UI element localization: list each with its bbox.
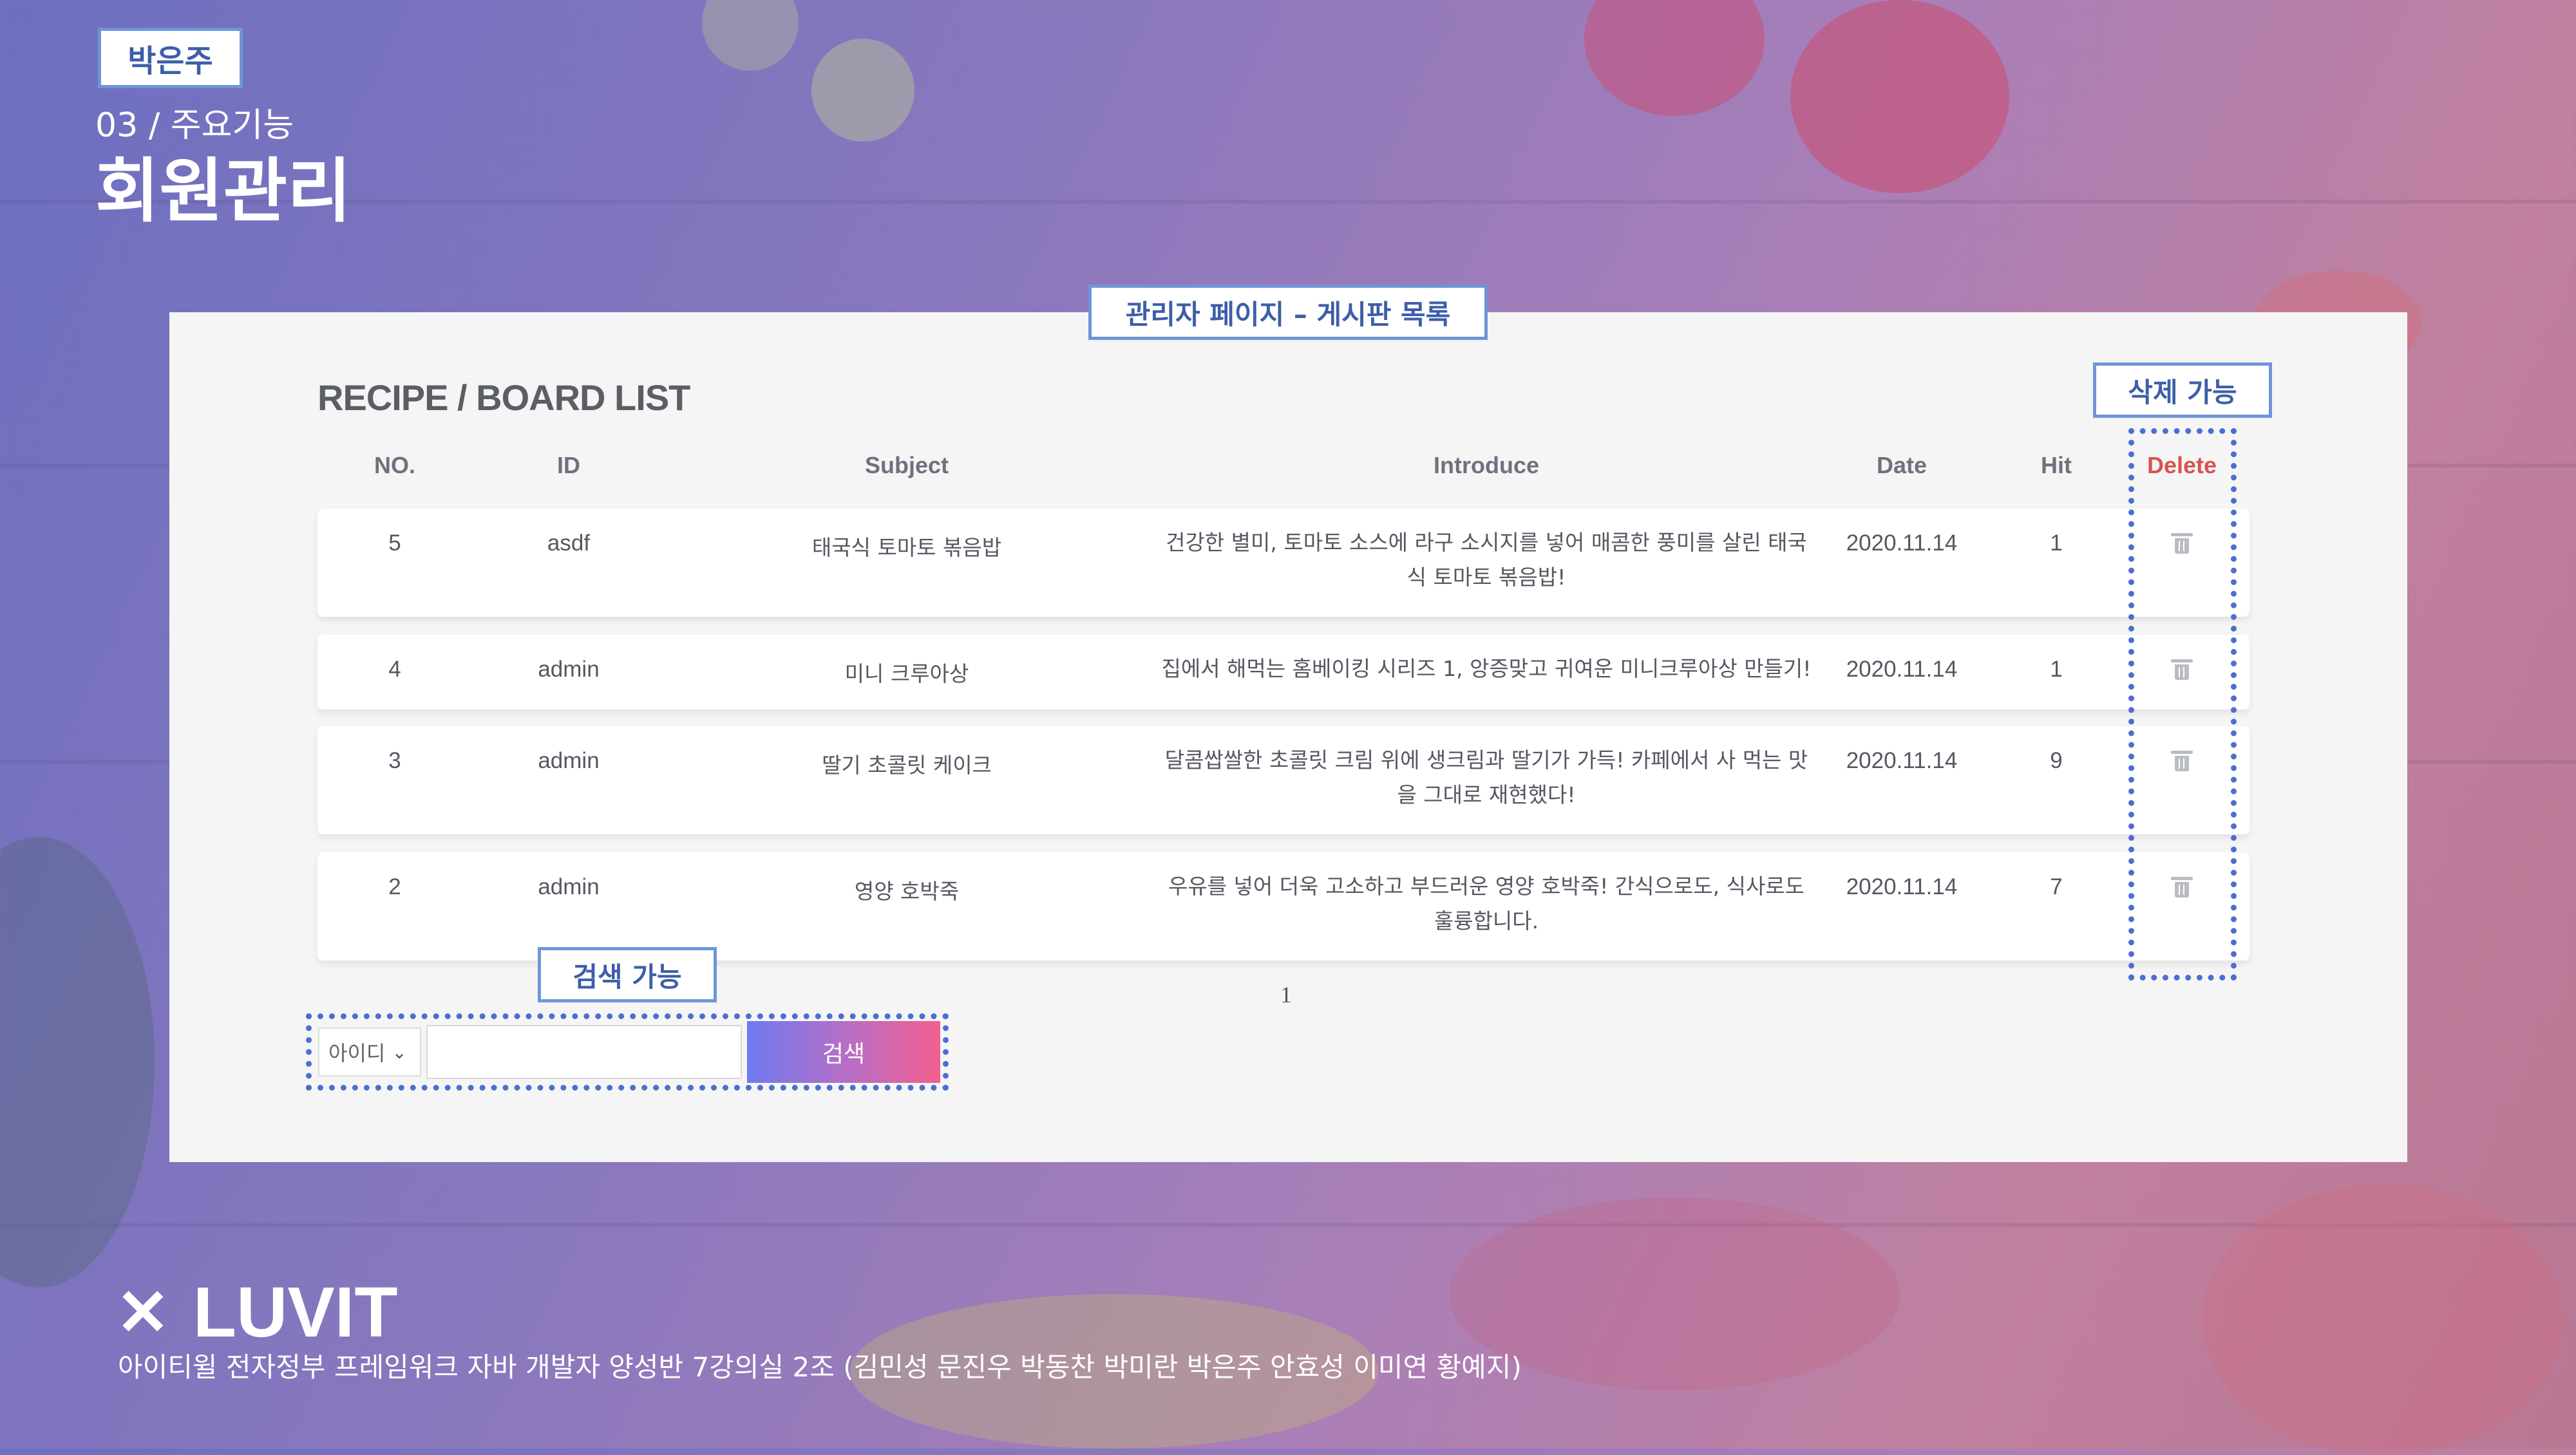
cell-no: 5 [388, 530, 401, 556]
col-header-subject: Subject [864, 452, 949, 478]
search-input[interactable] [426, 1025, 742, 1079]
delete-column-highlight [2128, 428, 2237, 981]
cell-introduce: 우유를 넣어 더욱 고소하고 부드러운 영양 호박죽! 간식으로도, 식사로도 … [1168, 874, 1805, 934]
chevron-down-icon: ⌄ [392, 1041, 407, 1063]
cell-introduce: 건강한 별미, 토마토 소스에 라구 소시지를 넣어 매콤한 풍미를 살린 태국… [1166, 530, 1807, 590]
cell-subject[interactable]: 영양 호박죽 [855, 874, 959, 905]
section-title: 회원관리 [95, 151, 352, 232]
cell-subject[interactable]: 딸기 초콜릿 케이크 [822, 748, 992, 779]
cell-introduce: 달콤쌉쌀한 초콜릿 크림 위에 생크림과 딸기가 가득! 카페에서 사 먹는 맛… [1164, 747, 1808, 807]
table-row[interactable]: 4 admin 미니 크루아상 집에서 해먹는 홈베이킹 시리즈 1, 앙증맞고… [317, 635, 2249, 709]
footer-credits: 아이티윌 전자정부 프레임워크 자바 개발자 양성반 7강의실 2조 (김민성 … [118, 1351, 1522, 1383]
col-header-no: NO. [374, 452, 416, 478]
cell-no: 2 [388, 874, 401, 899]
search-type-select[interactable]: 아이디 ⌄ [318, 1028, 421, 1076]
presenter-badge: 박은주 [98, 28, 243, 88]
table-row[interactable]: 3 admin 딸기 초콜릿 케이크 달콤쌉쌀한 초콜릿 크림 위에 생크림과 … [317, 726, 2249, 834]
cell-hit: 1 [2050, 657, 2063, 682]
cell-id: admin [538, 874, 600, 899]
cell-hit: 7 [2050, 874, 2063, 899]
col-header-introduce: Introduce [1433, 452, 1540, 478]
cell-date: 2020.11.14 [1846, 748, 1958, 773]
cell-id: admin [538, 748, 600, 773]
cell-subject[interactable]: 미니 크루아상 [845, 657, 969, 688]
pagination-page-1[interactable]: 1 [1280, 981, 1292, 1008]
search-callout: 검색 가능 [538, 947, 717, 1002]
cell-hit: 1 [2050, 530, 2063, 556]
cell-date: 2020.11.14 [1846, 530, 1958, 556]
cell-hit: 9 [2050, 748, 2063, 773]
cell-introduce: 집에서 해먹는 홈베이킹 시리즈 1, 앙증맞고 귀여운 미니크루아상 만들기! [1161, 656, 1812, 681]
search-type-value: 아이디 [328, 1041, 386, 1065]
cell-no: 3 [388, 748, 401, 773]
col-header-date: Date [1876, 452, 1927, 478]
cell-subject[interactable]: 태국식 토마토 볶음밥 [812, 530, 1001, 561]
board-title: RECIPE / BOARD LIST [317, 377, 690, 418]
cell-no: 4 [388, 657, 401, 682]
search-button[interactable]: 검색 [747, 1021, 940, 1083]
cell-date: 2020.11.14 [1846, 657, 1958, 682]
page-callout: 관리자 페이지 – 게시판 목록 [1088, 285, 1488, 340]
brand-name: LUVIT [193, 1273, 398, 1352]
table-row[interactable]: 2 admin 영양 호박죽 우유를 넣어 더욱 고소하고 부드러운 영양 호박… [317, 852, 2249, 961]
cell-date: 2020.11.14 [1846, 874, 1958, 899]
col-header-hit: Hit [2041, 452, 2072, 478]
brand-logo: ✕ LUVIT [116, 1272, 398, 1353]
col-header-id: ID [557, 452, 580, 478]
utensils-cross-icon: ✕ [116, 1277, 170, 1349]
table-row[interactable]: 5 asdf 태국식 토마토 볶음밥 건강한 별미, 토마토 소스에 라구 소시… [317, 509, 2249, 617]
delete-callout: 삭제 가능 [2093, 362, 2272, 418]
cell-id: admin [538, 657, 600, 682]
cell-id: asdf [547, 530, 591, 556]
